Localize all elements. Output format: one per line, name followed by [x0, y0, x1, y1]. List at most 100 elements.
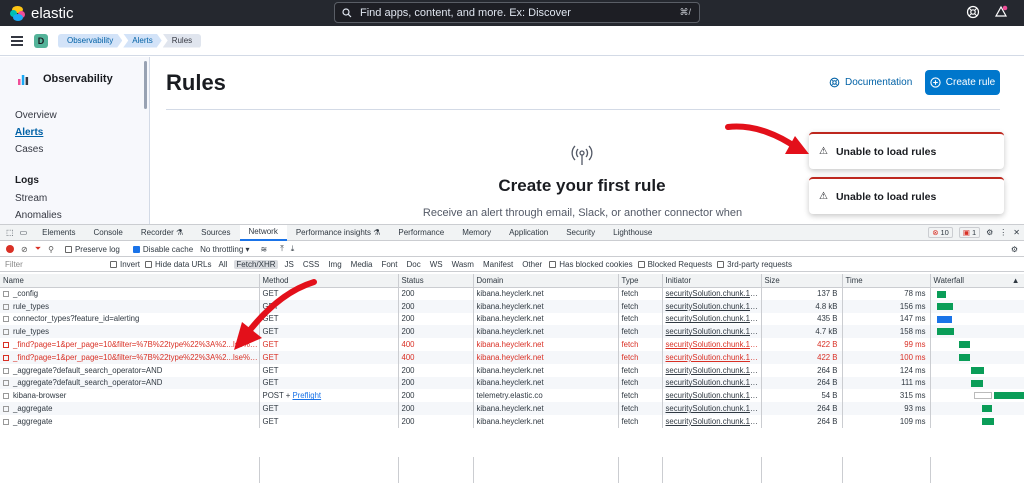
table-row[interactable]: _aggregate?default_search_operator=AND GE…: [0, 376, 1024, 390]
clear-icon[interactable]: ⊘: [21, 245, 28, 254]
request-name[interactable]: _find?page=1&per_page=10&filter=%7B%22ty…: [0, 338, 260, 351]
preflight-link[interactable]: Preflight: [292, 391, 321, 400]
column-method[interactable]: Method: [259, 274, 399, 288]
network-settings-icon[interactable]: ⚙: [1011, 245, 1018, 254]
sidebar-item-overview[interactable]: Overview: [15, 110, 57, 121]
tab-performance-insights[interactable]: Performance insights ⚗: [287, 225, 390, 241]
request-name[interactable]: _aggregate?default_search_operator=AND: [0, 376, 260, 390]
request-initiator[interactable]: securitySolution.chunk.17...: [662, 287, 762, 300]
table-row[interactable]: _aggregate GET 200 kibana.heyclerk.net fetch…: [0, 402, 1024, 415]
column-size[interactable]: Size: [761, 274, 843, 288]
documentation-link[interactable]: Documentation: [829, 77, 912, 88]
filter-type-doc[interactable]: Doc: [404, 260, 422, 269]
sidebar-item-anomalies[interactable]: Anomalies: [15, 210, 62, 221]
devtools-device-icon[interactable]: ▭: [18, 225, 34, 241]
table-row[interactable]: _config GET 200 kibana.heyclerk.net fetch sec…: [0, 287, 1024, 300]
elastic-logo[interactable]: elastic: [10, 5, 74, 22]
filter-type-ws[interactable]: WS: [428, 260, 445, 269]
tab-network[interactable]: Network: [239, 224, 287, 241]
disable-cache-checkbox[interactable]: Disable cache: [132, 245, 193, 254]
error-toast[interactable]: ⚠ Unable to load rules: [809, 132, 1004, 169]
throttling-select[interactable]: No throttling ▾: [200, 245, 249, 254]
tab-lighthouse[interactable]: Lighthouse: [604, 225, 661, 241]
tab-performance[interactable]: Performance: [389, 225, 453, 241]
request-initiator[interactable]: securitySolution.chunk.17...: [662, 402, 762, 415]
sidebar-scrollbar[interactable]: [144, 61, 147, 109]
request-initiator[interactable]: securitySolution.chunk.17...: [662, 389, 762, 403]
search-icon[interactable]: ⚲: [48, 245, 54, 254]
request-initiator[interactable]: securitySolution.chunk.17...: [662, 338, 762, 351]
table-row[interactable]: _find?page=1&per_page=10&filter=%7B%22ty…: [0, 350, 1024, 364]
table-row[interactable]: kibana-browser POST + Preflight 200 telemet…: [0, 389, 1024, 403]
breadcrumb-observability[interactable]: Observability: [58, 34, 122, 48]
request-name[interactable]: _aggregate: [0, 402, 260, 415]
request-name[interactable]: rule_types: [0, 325, 260, 339]
filter-type-other[interactable]: Other: [520, 260, 544, 269]
filter-type-js[interactable]: JS: [283, 260, 296, 269]
request-initiator[interactable]: securitySolution.chunk.17...: [662, 414, 762, 428]
invert-checkbox[interactable]: Invert: [110, 260, 140, 269]
request-name[interactable]: _find?page=1&per_page=10&filter=%7B%22ty…: [0, 350, 260, 364]
request-name[interactable]: _aggregate: [0, 414, 260, 428]
tab-console[interactable]: Console: [84, 225, 131, 241]
request-name[interactable]: kibana-browser: [0, 389, 260, 403]
tab-application[interactable]: Application: [500, 225, 557, 241]
third-party-requests-checkbox[interactable]: 3rd-party requests: [717, 260, 792, 269]
table-row[interactable]: _aggregate GET 200 kibana.heyclerk.net fetch…: [0, 414, 1024, 428]
preserve-log-checkbox[interactable]: Preserve log: [64, 245, 120, 254]
table-row[interactable]: connector_types?feature_id=alerting GET 20…: [0, 312, 1024, 326]
import-icon[interactable]: ⤒: [280, 244, 284, 254]
error-toast[interactable]: ⚠ Unable to load rules: [809, 177, 1004, 214]
create-rule-button[interactable]: Create rule: [925, 70, 1000, 95]
request-initiator[interactable]: securitySolution.chunk.17...: [662, 325, 762, 339]
export-icon[interactable]: ⤓: [291, 244, 295, 254]
column-initiator[interactable]: Initiator: [662, 274, 762, 288]
filter-type-wasm[interactable]: Wasm: [450, 260, 476, 269]
filter-type-img[interactable]: Img: [326, 260, 343, 269]
table-row[interactable]: rule_types GET 200 kibana.heyclerk.net fetch…: [0, 325, 1024, 339]
request-name[interactable]: _config: [0, 287, 260, 300]
hide-data-urls-checkbox[interactable]: Hide data URLs: [145, 260, 212, 269]
filter-type-manifest[interactable]: Manifest: [481, 260, 515, 269]
request-initiator[interactable]: securitySolution.chunk.17...: [662, 376, 762, 390]
request-name[interactable]: rule_types: [0, 299, 260, 313]
filter-type-fetch-xhr[interactable]: Fetch/XHR: [234, 260, 278, 269]
filter-type-media[interactable]: Media: [349, 260, 375, 269]
filter-type-all[interactable]: All: [217, 260, 230, 269]
tab-sources[interactable]: Sources: [192, 225, 239, 241]
tab-security[interactable]: Security: [557, 225, 604, 241]
table-row[interactable]: _find?page=1&per_page=10&filter=%7B%22ty…: [0, 338, 1024, 351]
global-search[interactable]: Find apps, content, and more. Ex: Discov…: [334, 2, 700, 23]
devtools-inspect-icon[interactable]: ⬚: [0, 225, 18, 241]
column-time[interactable]: Time: [842, 274, 931, 288]
tab-elements[interactable]: Elements: [33, 225, 84, 241]
table-row[interactable]: _aggregate?default_search_operator=AND GE…: [0, 363, 1024, 377]
sidebar-item-stream[interactable]: Stream: [15, 193, 47, 204]
issues-count-badge[interactable]: ▣ 1: [958, 227, 981, 238]
request-name[interactable]: connector_types?feature_id=alerting: [0, 312, 260, 326]
network-conditions-icon[interactable]: ≋: [261, 245, 268, 254]
tab-memory[interactable]: Memory: [453, 225, 500, 241]
table-row[interactable]: rule_types GET 200 kibana.heyclerk.net fetch…: [0, 299, 1024, 313]
more-options-icon[interactable]: ⋮: [999, 228, 1007, 237]
request-initiator[interactable]: securitySolution.chunk.17...: [662, 312, 762, 326]
error-count-badge[interactable]: ⊗ 10: [928, 227, 953, 238]
has-blocked-cookies-checkbox[interactable]: Has blocked cookies: [549, 260, 633, 269]
settings-icon[interactable]: ⚙: [986, 228, 993, 237]
space-avatar[interactable]: D: [34, 33, 48, 48]
close-icon[interactable]: ✕: [1013, 228, 1020, 237]
help-icon[interactable]: [966, 5, 980, 19]
filter-input[interactable]: Filter: [2, 259, 105, 271]
request-initiator[interactable]: securitySolution.chunk.17...: [662, 299, 762, 313]
blocked-requests-checkbox[interactable]: Blocked Requests: [637, 260, 712, 269]
filter-icon[interactable]: ⏷: [35, 244, 41, 254]
column-waterfall[interactable]: Waterfall ▲: [930, 274, 1024, 288]
filter-type-css[interactable]: CSS: [301, 260, 321, 269]
filter-type-font[interactable]: Font: [379, 260, 399, 269]
request-initiator[interactable]: securitySolution.chunk.17...: [662, 350, 762, 364]
sidebar-item-cases[interactable]: Cases: [15, 144, 43, 155]
column-type[interactable]: Type: [618, 274, 663, 288]
request-initiator[interactable]: securitySolution.chunk.17...: [662, 363, 762, 377]
breadcrumb-alerts[interactable]: Alerts: [123, 34, 161, 48]
menu-icon[interactable]: [11, 34, 23, 48]
